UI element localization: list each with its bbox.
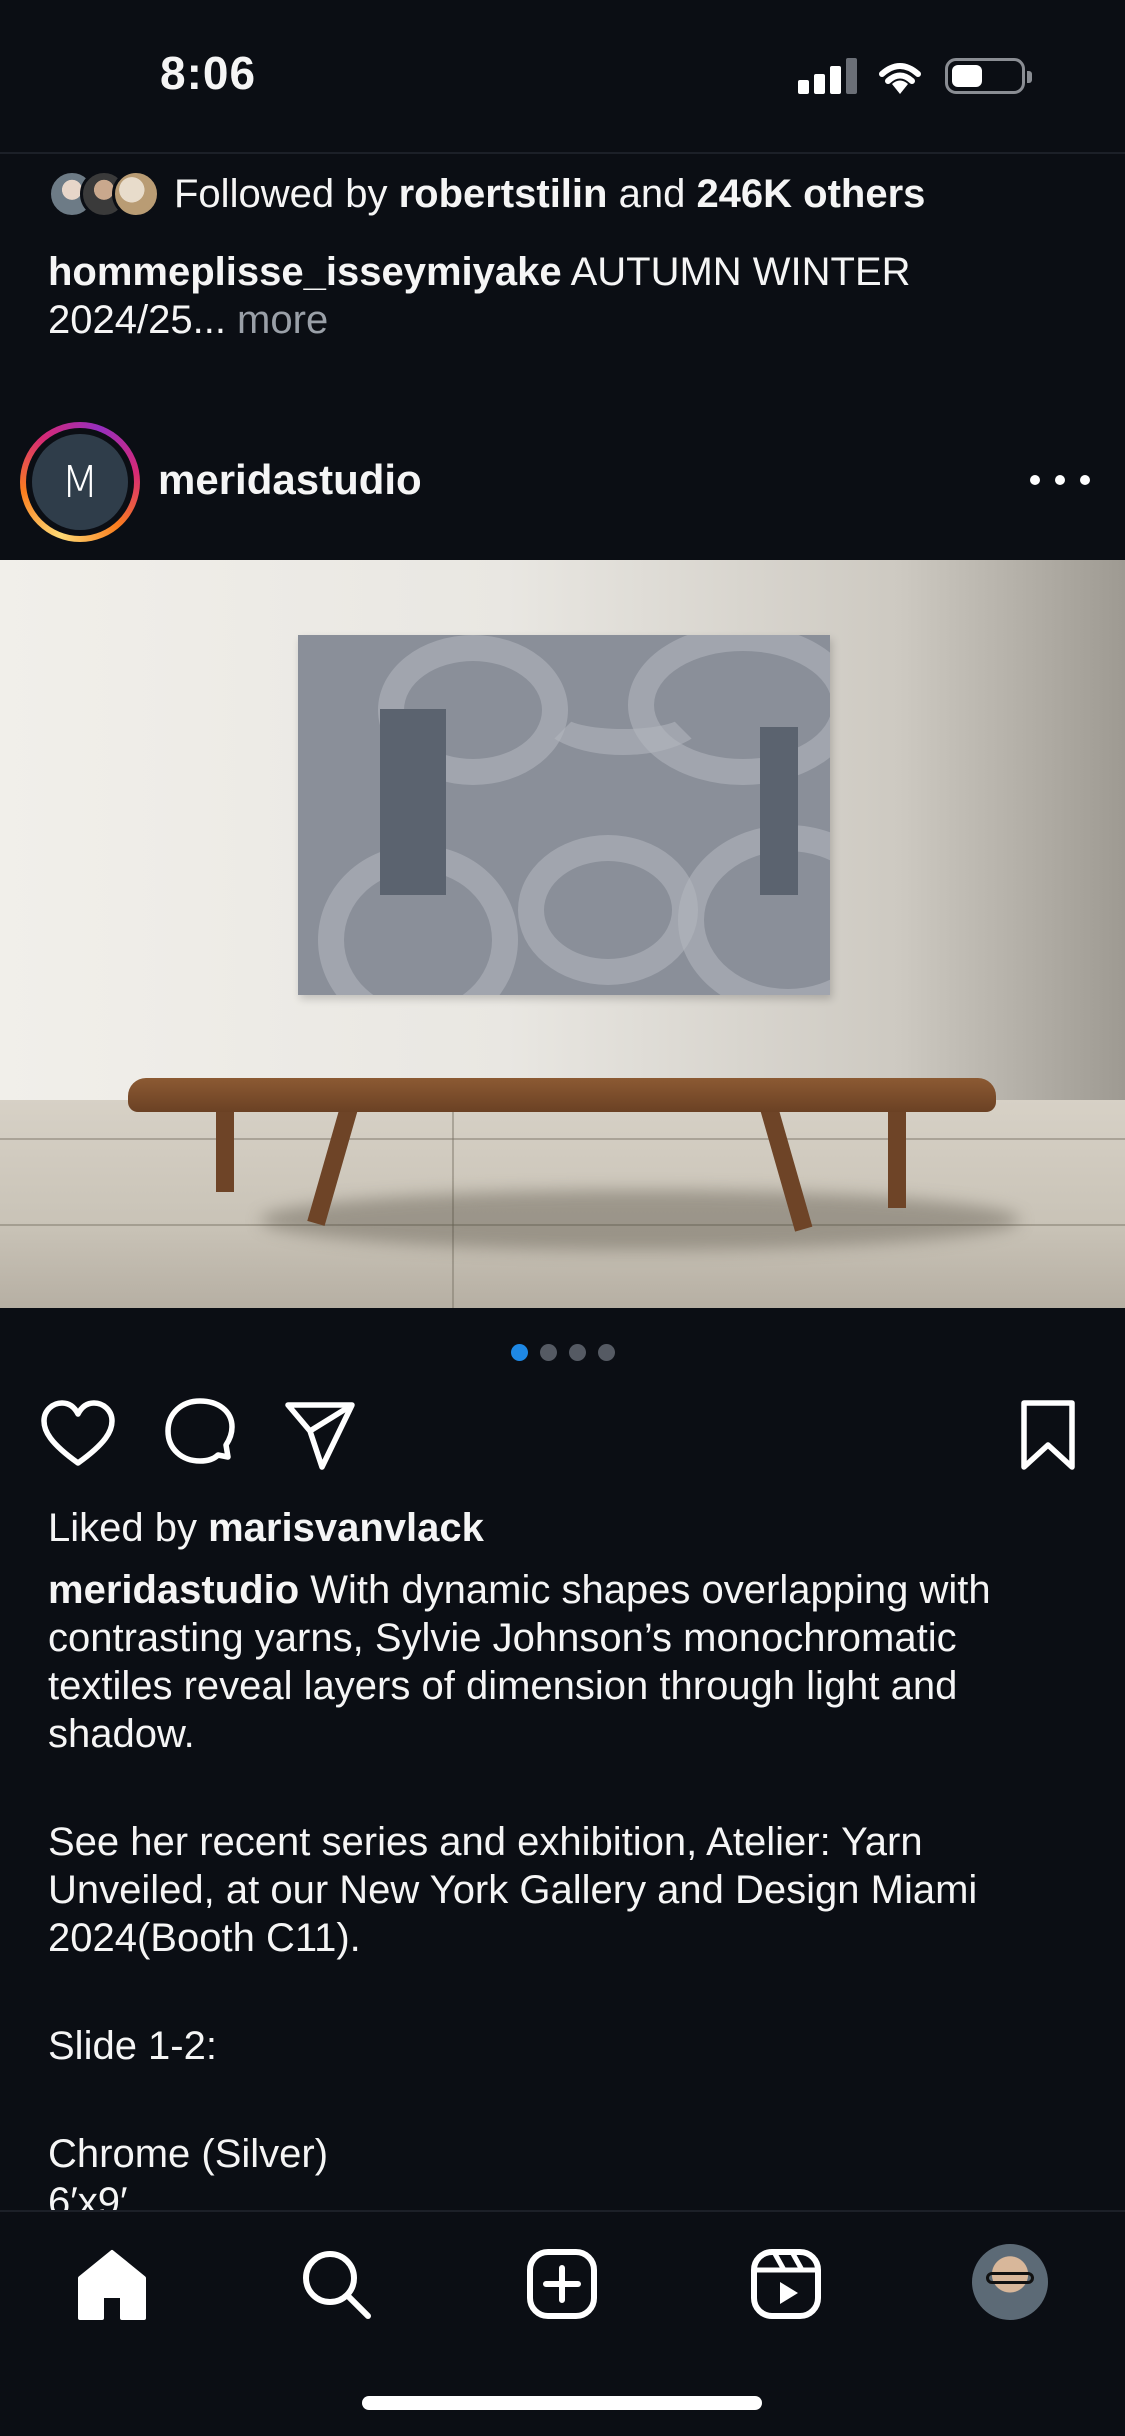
- post-username[interactable]: meridastudio: [158, 456, 422, 504]
- profile-avatar[interactable]: [972, 2244, 1048, 2320]
- carousel-indicator: [0, 1344, 1125, 1364]
- post-actions: [0, 1395, 1125, 1475]
- followed-count-link[interactable]: 246K others: [696, 172, 925, 216]
- bench-shadow: [260, 1190, 1020, 1250]
- liked-by: Liked by marisvanvlack: [48, 1506, 484, 1550]
- caption-para: See her recent series and exhibition, At…: [48, 1820, 978, 1960]
- post-image[interactable]: [0, 560, 1125, 1308]
- caption-username-link[interactable]: meridastudio: [48, 1568, 299, 1612]
- status-bar: 8:06: [0, 0, 1125, 150]
- caption-para: Slide 1-2:: [48, 2024, 217, 2068]
- battery-icon: [945, 58, 1032, 94]
- avatar: M: [32, 434, 128, 530]
- heart-icon[interactable]: [38, 1395, 118, 1475]
- avatar: [112, 170, 160, 218]
- bookmark-icon[interactable]: [1008, 1395, 1088, 1475]
- carousel-dot-active: [510, 1344, 528, 1361]
- status-time: 8:06: [160, 47, 257, 99]
- comment-icon[interactable]: [160, 1395, 240, 1475]
- caption-para: Chrome (Silver): [48, 2132, 329, 2176]
- post-header: M meridastudio: [0, 420, 1125, 542]
- more-options-icon[interactable]: [1030, 460, 1090, 500]
- follower-avatars: [48, 168, 168, 220]
- bench-leg: [216, 1108, 234, 1192]
- followed-by-row[interactable]: Followed by robertstilin and 246K others: [48, 168, 925, 220]
- carousel-dot: [539, 1344, 557, 1361]
- liked-user-link[interactable]: marisvanvlack: [208, 1506, 484, 1550]
- cellular-signal-icon: [798, 58, 858, 94]
- caption-username-link[interactable]: hommeplisse_isseymiyake: [48, 250, 562, 294]
- reels-icon[interactable]: [746, 2244, 826, 2324]
- home-indicator[interactable]: [362, 2396, 762, 2410]
- previous-post-caption: hommeplisse_isseymiyake AUTUMN WINTER 20…: [48, 250, 911, 342]
- bench-leg: [888, 1108, 906, 1208]
- wifi-icon: [879, 63, 921, 94]
- home-icon[interactable]: [72, 2244, 152, 2324]
- carousel-dot: [568, 1344, 586, 1361]
- create-icon[interactable]: [522, 2244, 602, 2324]
- followed-by-text: Followed by robertstilin and 246K others: [174, 171, 926, 216]
- story-ring-avatar[interactable]: M: [20, 422, 140, 542]
- more-link[interactable]: more: [226, 298, 328, 342]
- divider: [0, 152, 1125, 154]
- caption-para: meridastudio With dynamic shapes overlap…: [48, 1568, 991, 1756]
- tapestry-artwork: [298, 635, 830, 995]
- followed-user-link[interactable]: robertstilin: [399, 172, 608, 216]
- search-icon[interactable]: [296, 2244, 376, 2324]
- bench: [128, 1078, 996, 1112]
- share-icon[interactable]: [280, 1395, 360, 1475]
- post-caption: meridastudio With dynamic shapes overlap…: [48, 1566, 1088, 2226]
- carousel-dot: [597, 1344, 615, 1361]
